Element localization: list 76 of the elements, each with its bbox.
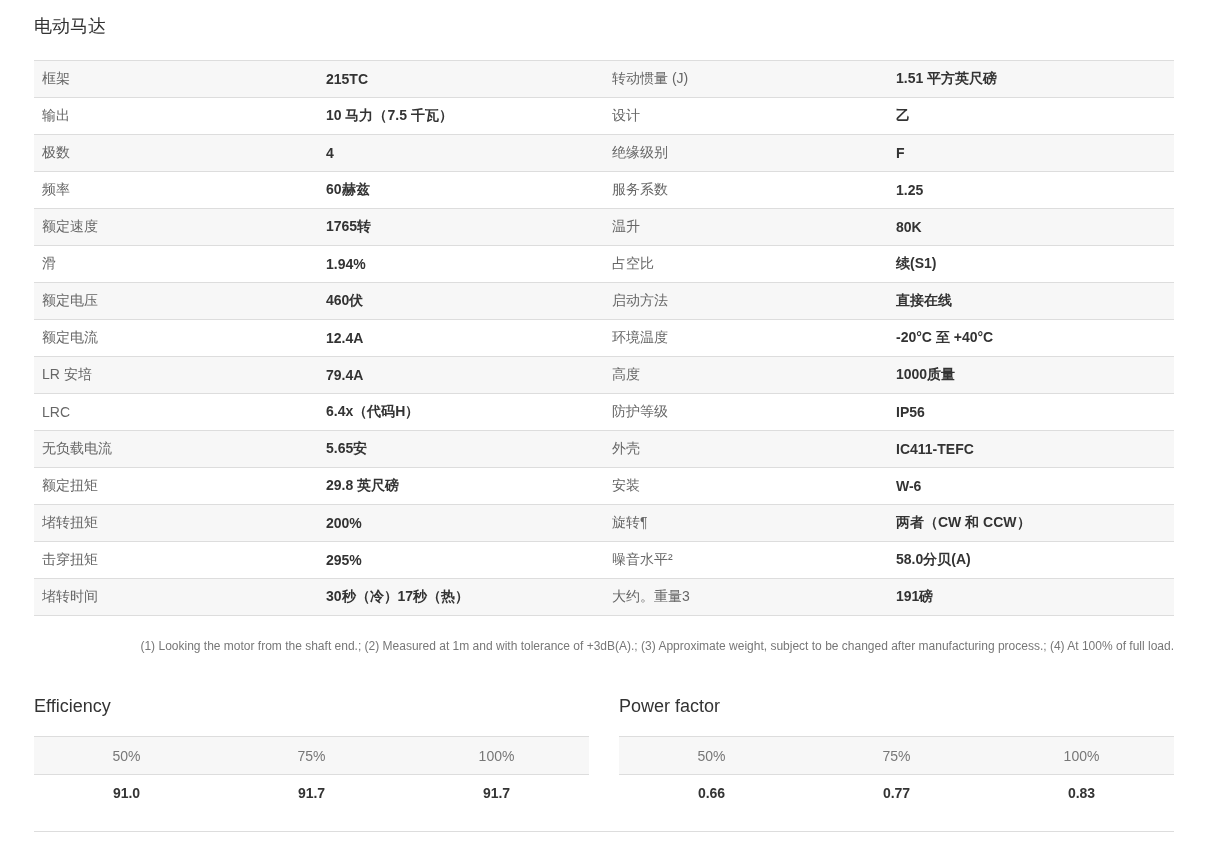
spec-value: 两者（CW 和 CCW） — [895, 514, 1031, 532]
spec-label: 滑 — [41, 255, 56, 273]
spec-label: 极数 — [41, 144, 70, 162]
spec-label: LRC — [41, 404, 70, 420]
spec-value: 续(S1) — [895, 255, 937, 273]
spec-label: 安装 — [611, 477, 640, 495]
spec-label: 旋转¶ — [611, 514, 648, 532]
spec-value: 58.0分贝(A) — [895, 551, 971, 569]
spec-label: 转动惯量 (J) — [611, 70, 689, 88]
spec-value: 295% — [325, 552, 362, 568]
spec-label: 击穿扭矩 — [41, 551, 98, 569]
spec-value: 215TC — [325, 71, 369, 87]
column-header: 100% — [478, 747, 515, 764]
spec-value: 79.4A — [325, 367, 364, 383]
spec-label: 占空比 — [611, 255, 654, 273]
spec-label: 框架 — [41, 70, 70, 88]
spec-value: 12.4A — [325, 330, 364, 346]
table-value: 0.83 — [1067, 785, 1096, 801]
column-header: 50% — [112, 747, 141, 764]
spec-value: 6.4x（代码H） — [325, 403, 420, 421]
column-header: 100% — [1063, 747, 1100, 764]
spec-value: 80K — [895, 219, 922, 235]
spec-label: 外壳 — [611, 440, 640, 458]
spec-label: 额定速度 — [41, 218, 98, 236]
section-title: 电动马达 — [34, 15, 106, 38]
spec-value: IP56 — [895, 404, 925, 420]
footnote: (1) Looking the motor from the shaft end.; (2) Measured at 1m and with tolerance of +3dB(A).; (3) Approximate weight, subject to be changed after manufacturing process.; (4) At 100% of full load. — [140, 639, 1174, 653]
table-value: 91.7 — [482, 785, 511, 801]
spec-label: 温升 — [611, 218, 640, 236]
column-header: 75% — [882, 747, 911, 764]
spec-value: 乙 — [895, 107, 910, 125]
column-header: 50% — [697, 747, 726, 764]
spec-value: 1.25 — [895, 182, 924, 198]
spec-label: 绝缘级别 — [611, 144, 668, 162]
column-header: 75% — [297, 747, 326, 764]
spec-value: 5.65安 — [325, 440, 368, 458]
table-title: Power factor — [619, 695, 721, 718]
spec-value: 直接在线 — [895, 292, 952, 310]
table-value: 0.66 — [697, 785, 726, 801]
spec-label: 无负载电流 — [41, 440, 112, 458]
spec-value: -20°C 至 +40°C — [895, 329, 994, 347]
spec-value: 460伏 — [325, 292, 364, 310]
spec-value: F — [895, 145, 905, 161]
spec-value: 1765转 — [325, 218, 372, 236]
table-value: 0.77 — [882, 785, 911, 801]
spec-label: LR 安培 — [41, 366, 92, 384]
spec-value: 1.94% — [325, 256, 366, 272]
spec-value: 10 马力（7.5 千瓦） — [325, 107, 453, 125]
spec-label: 堵转时间 — [41, 588, 98, 606]
spec-label: 频率 — [41, 181, 70, 199]
spec-value: W-6 — [895, 478, 922, 494]
spec-label: 额定电压 — [41, 292, 98, 310]
spec-label: 噪音水平² — [611, 551, 673, 569]
spec-value: 1.51 平方英尺磅 — [895, 70, 998, 88]
spec-label: 防护等级 — [611, 403, 668, 421]
spec-label: 额定扭矩 — [41, 477, 98, 495]
table-title: Efficiency — [34, 695, 111, 718]
spec-label: 高度 — [611, 366, 640, 384]
spec-value: 60赫兹 — [325, 181, 370, 199]
spec-label: 服务系数 — [611, 181, 668, 199]
table-value: 91.7 — [297, 785, 326, 801]
spec-value: 29.8 英尺磅 — [325, 477, 400, 495]
spec-label: 启动方法 — [611, 292, 668, 310]
spec-label: 额定电流 — [41, 329, 98, 347]
spec-value: 200% — [325, 515, 362, 531]
spec-value: 191磅 — [895, 588, 934, 606]
spec-value: 1000质量 — [895, 366, 956, 384]
spec-label: 堵转扭矩 — [41, 514, 98, 532]
spec-value: IC411-TEFC — [895, 441, 974, 457]
table-value: 91.0 — [112, 785, 141, 801]
spec-label: 环境温度 — [611, 329, 668, 347]
spec-value: 30秒（冷）17秒（热） — [325, 588, 470, 606]
spec-label: 输出 — [41, 107, 70, 125]
spec-label: 大约。重量3 — [611, 588, 690, 606]
spec-label: 设计 — [611, 107, 640, 125]
spec-value: 4 — [325, 145, 334, 161]
